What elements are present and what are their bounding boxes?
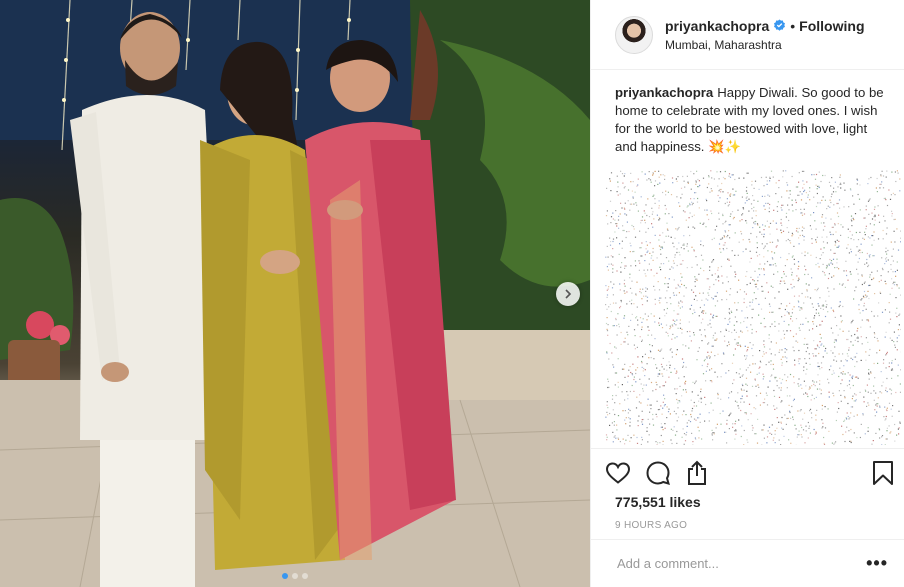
carousel-dot: [292, 573, 298, 579]
action-bar: [591, 448, 904, 497]
location-link[interactable]: Mumbai, Maharashtra: [665, 38, 865, 52]
carousel-dot: [302, 573, 308, 579]
share-button[interactable]: [685, 460, 709, 486]
carousel-next-button[interactable]: [556, 282, 580, 306]
comment-input[interactable]: [615, 555, 867, 572]
avatar[interactable]: [615, 15, 653, 54]
comment-bubble-icon: [646, 461, 670, 485]
more-options-button[interactable]: •••: [866, 553, 888, 574]
comment-bar: •••: [591, 539, 904, 587]
header-separator: •: [790, 17, 796, 34]
post-side-panel: priyankachopra • Following Mumbai, Mahar…: [590, 0, 904, 587]
share-icon: [688, 460, 706, 485]
save-button[interactable]: [872, 460, 894, 486]
instagram-post: priyankachopra • Following Mumbai, Mahar…: [0, 0, 904, 587]
bookmark-icon: [873, 461, 893, 485]
post-caption: priyankachopra Happy Diwali. So good to b…: [591, 70, 904, 160]
likes-count[interactable]: 775,551 likes: [615, 494, 701, 510]
header-username-link[interactable]: priyankachopra: [665, 18, 769, 34]
heart-icon: [605, 462, 631, 484]
post-header: priyankachopra • Following Mumbai, Mahar…: [591, 0, 904, 70]
carousel-dots: [0, 573, 590, 579]
comment-button[interactable]: [645, 460, 671, 486]
verified-badge-icon: [774, 19, 786, 31]
chevron-right-icon: [565, 289, 572, 299]
obscured-comments-area: [605, 170, 901, 445]
following-button[interactable]: Following: [799, 18, 864, 34]
caption-username-link[interactable]: priyankachopra: [615, 85, 713, 100]
photo-illustration: [0, 0, 590, 587]
carousel-dot: [282, 573, 288, 579]
post-photo[interactable]: [0, 0, 590, 587]
like-button[interactable]: [605, 461, 631, 485]
post-timestamp[interactable]: 9 HOURS AGO: [615, 520, 687, 531]
